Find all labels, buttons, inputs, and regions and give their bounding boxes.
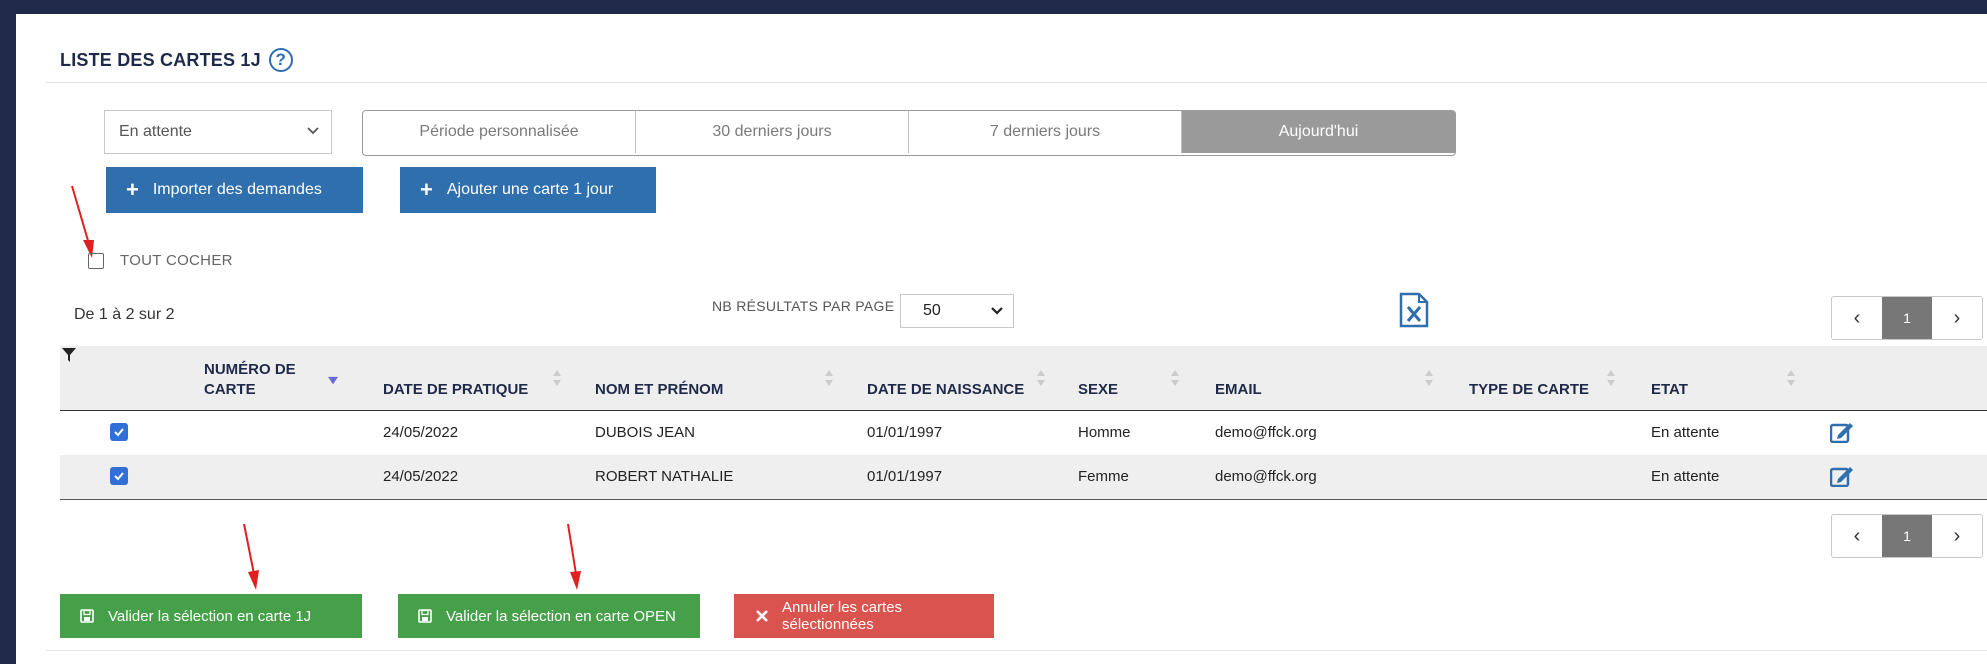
add-day-card-label: Ajouter une carte 1 jour xyxy=(446,181,614,198)
import-requests-button[interactable]: + Importer des demandes xyxy=(106,167,363,213)
tab-last-30-days[interactable]: 30 derniers jours xyxy=(636,111,909,153)
annotation-arrow-icon xyxy=(243,523,259,590)
cell-name: ROBERT NATHALIE xyxy=(595,468,734,485)
col-practice-date[interactable]: DATE DE PRATIQUE xyxy=(383,380,528,400)
bottom-divider xyxy=(46,650,1987,651)
per-page-value: 50 xyxy=(923,302,941,319)
page-title-text: LISTE DES CARTES 1J xyxy=(60,49,261,70)
pagination-top: ‹ 1 › xyxy=(1831,296,1983,340)
status-filter-value: En attente xyxy=(119,123,192,140)
sort-icon[interactable] xyxy=(1424,368,1434,388)
sort-desc-icon[interactable] xyxy=(328,376,338,386)
validate-1j-button[interactable]: Valider la sélection en carte 1J xyxy=(60,594,362,638)
check-icon xyxy=(114,472,124,481)
add-day-card-button[interactable]: + Ajouter une carte 1 jour xyxy=(400,167,656,213)
cell-state: En attente xyxy=(1651,424,1720,441)
cancel-cards-label: Annuler les cartes sélectionnées xyxy=(782,599,903,633)
sort-icon[interactable] xyxy=(1036,368,1046,388)
prev-page-button[interactable]: ‹ xyxy=(1832,297,1882,339)
sort-icon[interactable] xyxy=(552,368,562,388)
annotation-arrow-icon xyxy=(567,523,581,590)
filter-icon[interactable] xyxy=(62,348,76,362)
current-page[interactable]: 1 xyxy=(1882,515,1932,557)
results-count: De 1 à 2 sur 2 xyxy=(74,306,175,323)
cell-state: En attente xyxy=(1651,468,1720,485)
validate-1j-label: Valider la sélection en carte 1J xyxy=(108,607,312,625)
cell-name: DUBOIS JEAN xyxy=(595,424,696,441)
pagination-bottom: ‹ 1 › xyxy=(1831,514,1983,558)
plus-icon: + xyxy=(126,177,139,202)
cell-sex: Homme xyxy=(1078,424,1131,441)
sort-icon[interactable] xyxy=(1170,368,1180,388)
save-icon xyxy=(418,609,432,623)
col-card-number[interactable]: NUMÉRO DE CARTE xyxy=(204,360,314,400)
save-icon xyxy=(80,609,94,623)
tab-last-7-days[interactable]: 7 derniers jours xyxy=(909,111,1182,153)
col-email[interactable]: EMAIL xyxy=(1215,380,1262,400)
cell-email: demo@ffck.org xyxy=(1215,468,1317,485)
table-row[interactable]: 24/05/2022 ROBERT NATHALIE 01/01/1997 Fe… xyxy=(60,455,1987,500)
close-icon xyxy=(756,610,768,622)
help-icon[interactable]: ? xyxy=(268,48,293,72)
tab-custom-period[interactable]: Période personnalisée xyxy=(363,111,636,153)
cell-sex: Femme xyxy=(1078,468,1129,485)
excel-export-icon[interactable] xyxy=(1399,292,1429,328)
content-panel: LISTE DES CARTES 1J ? En attente Période… xyxy=(16,14,1987,664)
page-frame: LISTE DES CARTES 1J ? En attente Période… xyxy=(14,14,1987,664)
cancel-cards-button[interactable]: Annuler les cartes sélectionnées xyxy=(734,594,994,638)
status-filter-select[interactable]: En attente xyxy=(104,110,332,154)
validate-open-label: Valider la sélection en carte OPEN xyxy=(446,607,676,625)
prev-page-button[interactable]: ‹ xyxy=(1832,515,1882,557)
cell-practice-date: 24/05/2022 xyxy=(383,424,459,441)
sort-icon[interactable] xyxy=(824,368,834,388)
table-row[interactable]: 24/05/2022 DUBOIS JEAN 01/01/1997 Homme … xyxy=(60,411,1987,455)
col-card-type[interactable]: TYPE DE CARTE xyxy=(1469,380,1589,400)
import-requests-label: Importer des demandes xyxy=(152,181,322,198)
cell-birth-date: 01/01/1997 xyxy=(867,424,943,441)
next-page-button[interactable]: › xyxy=(1932,515,1982,557)
row-checkbox[interactable] xyxy=(110,467,128,485)
col-birth-date[interactable]: DATE DE NAISSANCE xyxy=(867,380,1024,400)
check-icon xyxy=(114,428,124,437)
chevron-down-icon xyxy=(307,127,319,135)
col-sex[interactable]: SEXE xyxy=(1078,380,1118,400)
edit-icon[interactable] xyxy=(1830,465,1854,487)
table-header: NUMÉRO DE CARTE DATE DE PRATIQUE NOM ET … xyxy=(60,346,1987,411)
cell-practice-date: 24/05/2022 xyxy=(383,468,459,485)
sort-icon[interactable] xyxy=(1606,368,1616,388)
cards-table: NUMÉRO DE CARTE DATE DE PRATIQUE NOM ET … xyxy=(60,346,1987,500)
plus-icon: + xyxy=(420,177,433,202)
chevron-down-icon xyxy=(991,307,1003,315)
current-page[interactable]: 1 xyxy=(1882,297,1932,339)
period-tabs: Période personnalisée 30 derniers jours … xyxy=(362,110,1456,156)
validate-open-button[interactable]: Valider la sélection en carte OPEN xyxy=(398,594,700,638)
select-all-label: TOUT COCHER xyxy=(120,252,233,269)
cell-birth-date: 01/01/1997 xyxy=(867,468,943,485)
per-page-select[interactable]: 50 xyxy=(900,294,1014,328)
title-divider xyxy=(46,82,1987,83)
checkbox-empty-icon[interactable] xyxy=(88,252,104,269)
tab-today[interactable]: Aujourd'hui xyxy=(1182,111,1455,153)
col-state[interactable]: ETAT xyxy=(1651,380,1688,400)
next-page-button[interactable]: › xyxy=(1932,297,1982,339)
select-all-checkbox[interactable]: TOUT COCHER xyxy=(88,252,233,269)
row-checkbox[interactable] xyxy=(110,423,128,441)
edit-icon[interactable] xyxy=(1830,421,1854,443)
sort-icon[interactable] xyxy=(1786,368,1796,388)
cell-email: demo@ffck.org xyxy=(1215,424,1317,441)
page-title: LISTE DES CARTES 1J ? xyxy=(60,48,293,72)
per-page-label: NB RÉSULTATS PAR PAGE xyxy=(712,298,895,314)
col-name[interactable]: NOM ET PRÉNOM xyxy=(595,380,723,400)
